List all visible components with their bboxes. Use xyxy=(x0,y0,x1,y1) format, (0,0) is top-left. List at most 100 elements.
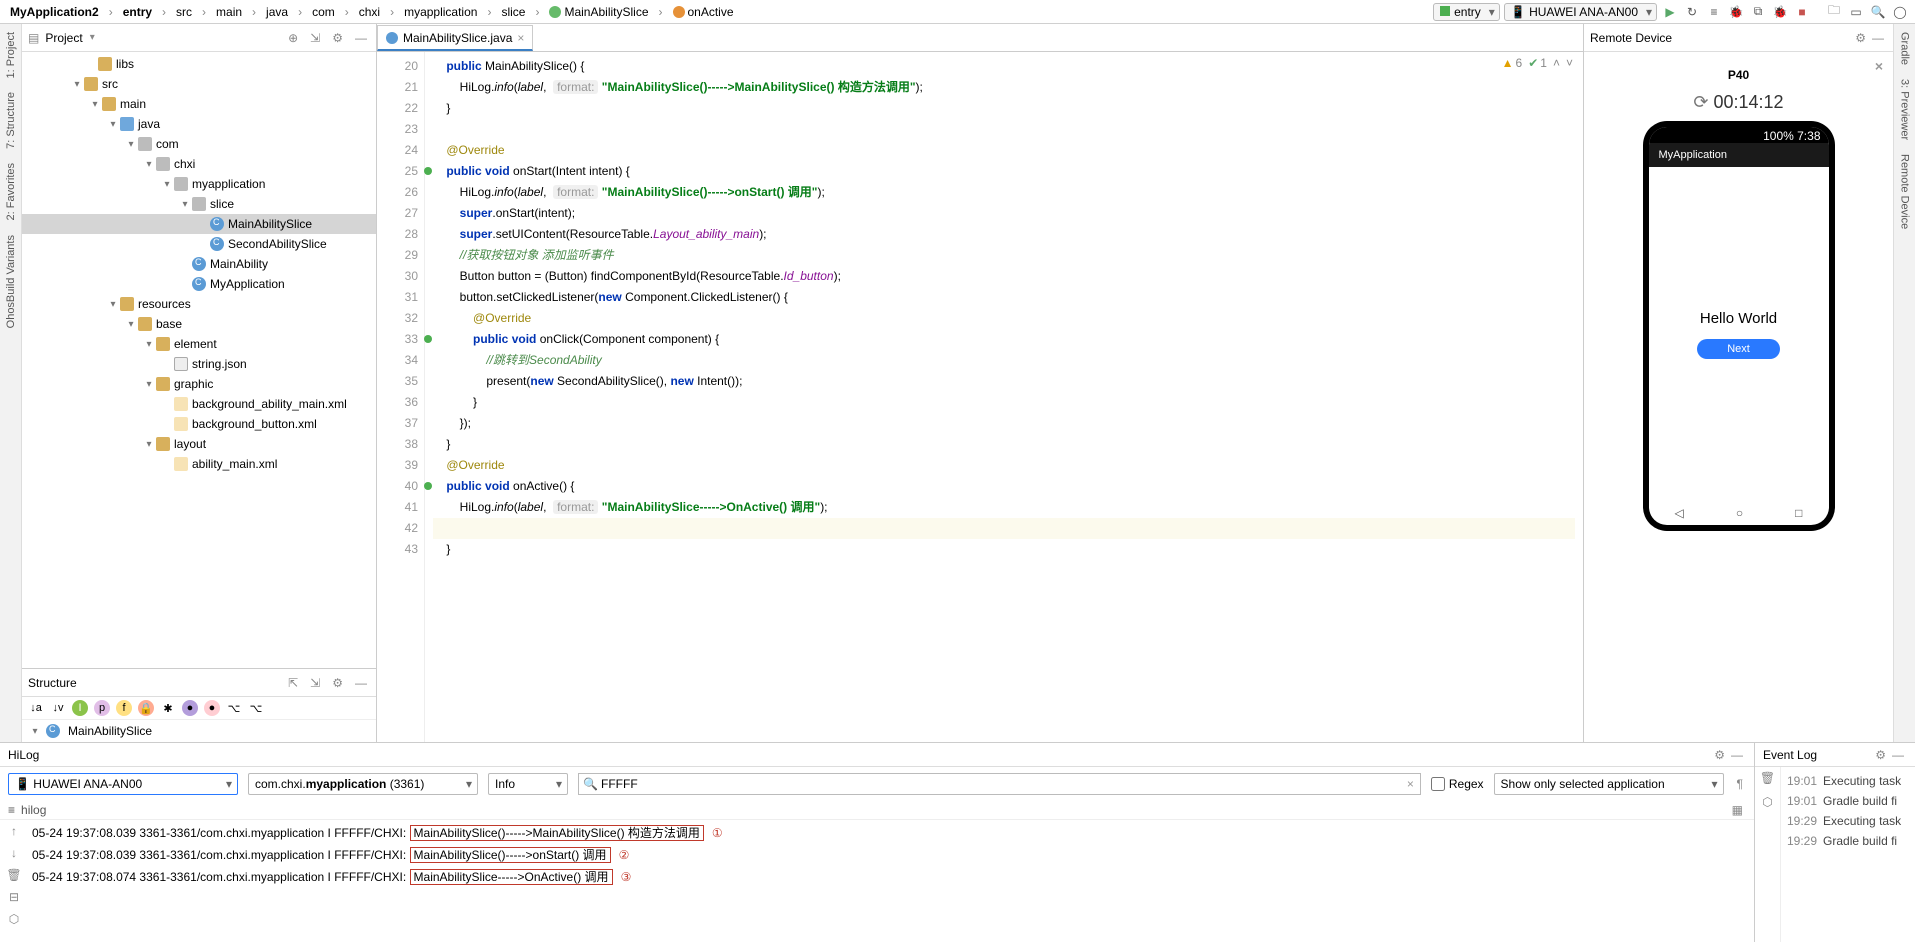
tab-mainabilityslice[interactable]: MainAbilitySlice.java × xyxy=(377,25,533,51)
clear-search-icon[interactable]: × xyxy=(1407,777,1414,791)
crumb-4[interactable]: java xyxy=(262,5,292,19)
ev-trash-icon[interactable]: 🗑 xyxy=(1760,771,1775,785)
crumb-9[interactable]: MainAbilitySlice xyxy=(545,5,652,19)
ev-settings-icon[interactable]: ⬡ xyxy=(1762,795,1772,809)
tree-src[interactable]: ▾src xyxy=(22,74,376,94)
eventlog-gear-icon[interactable]: ⚙ xyxy=(1872,748,1889,762)
inspection-up-icon[interactable]: ˄ xyxy=(1553,56,1560,70)
filter-b-icon[interactable]: ● xyxy=(204,700,220,716)
expand-icon[interactable]: ⇲ xyxy=(307,31,323,45)
structure-expand-icon[interactable]: ⇲ xyxy=(307,676,323,690)
profile-icon[interactable]: ⧉ xyxy=(1749,3,1767,21)
tree-myapplication-cls[interactable]: MyApplication xyxy=(22,274,376,294)
filter-property-icon[interactable]: p xyxy=(94,700,110,716)
regex-checkbox[interactable]: Regex xyxy=(1431,777,1484,791)
tooltab-structure[interactable]: 7: Structure xyxy=(5,90,17,151)
locate-icon[interactable]: ⊕ xyxy=(285,31,301,45)
sync-icon[interactable]: 🗀 xyxy=(1825,3,1843,21)
filter-lambda-icon[interactable]: 🔒 xyxy=(138,700,154,716)
log-split-icon[interactable]: ⊟ xyxy=(9,890,19,904)
hide-icon[interactable]: — xyxy=(352,31,370,45)
log-down-icon[interactable]: ↓ xyxy=(11,846,17,860)
crumb-8[interactable]: slice xyxy=(497,5,529,19)
tree-base[interactable]: ▾base xyxy=(22,314,376,334)
tree-graphic[interactable]: ▾graphic xyxy=(22,374,376,394)
tooltab-remotedevice[interactable]: Remote Device xyxy=(1899,152,1911,231)
filter-field-icon[interactable]: f xyxy=(116,700,132,716)
tree-ability-main[interactable]: ability_main.xml xyxy=(22,454,376,474)
structure-body[interactable]: ▾MainAbilitySlice xyxy=(22,720,376,742)
hilog-output[interactable]: 05-24 19:37:08.039 3361-3361/com.chxi.my… xyxy=(28,820,1754,942)
tree-chxi[interactable]: ▾chxi xyxy=(22,154,376,174)
device-close-icon[interactable]: × xyxy=(1875,58,1883,74)
tree-bg-main[interactable]: background_ability_main.xml xyxy=(22,394,376,414)
inspection-down-icon[interactable]: ˅ xyxy=(1566,56,1573,70)
tree-main[interactable]: ▾main xyxy=(22,94,376,114)
avd-icon[interactable]: ▭ xyxy=(1847,3,1865,21)
module-dropdown[interactable]: entry xyxy=(1433,3,1500,21)
eventlog-hide-icon[interactable]: — xyxy=(1889,748,1907,762)
tooltab-gradle[interactable]: Gradle xyxy=(1899,30,1911,67)
project-tree[interactable]: libs ▾src ▾main ▾java ▾com ▾chxi ▾myappl… xyxy=(22,52,376,668)
close-tab-icon[interactable]: × xyxy=(517,31,524,45)
gear-icon[interactable]: ⚙ xyxy=(329,31,346,45)
tree-resources[interactable]: ▾resources xyxy=(22,294,376,314)
hilog-scope-select[interactable]: Show only selected application xyxy=(1494,773,1724,795)
tree-element[interactable]: ▾element xyxy=(22,334,376,354)
tooltab-project[interactable]: 1: Project xyxy=(5,30,17,80)
stop-icon[interactable]: ■ xyxy=(1793,3,1811,21)
sort-vis-icon[interactable]: ↓v xyxy=(50,700,66,716)
next-button[interactable]: Next xyxy=(1697,339,1780,359)
hilog-gear-icon[interactable]: ⚙ xyxy=(1711,748,1728,762)
device-gear-icon[interactable]: ⚙ xyxy=(1852,31,1869,45)
sort-az-icon[interactable]: ↓a xyxy=(28,700,44,716)
user-icon[interactable]: ◯ xyxy=(1891,3,1909,21)
crumb-1[interactable]: entry xyxy=(119,5,156,19)
tree-string-json[interactable]: string.json xyxy=(22,354,376,374)
hilog-level-select[interactable]: Info xyxy=(488,773,568,795)
tree-myapplication[interactable]: ▾myapplication xyxy=(22,174,376,194)
bug-icon[interactable]: 🐞 xyxy=(1727,3,1745,21)
code-area[interactable]: public MainAbilitySlice() { HiLog.info(l… xyxy=(425,52,1583,742)
hilog-wrap-icon[interactable]: ¶ xyxy=(1734,777,1746,791)
tree-bg-button[interactable]: background_button.xml xyxy=(22,414,376,434)
hilog-process-select[interactable]: com.chxi.myapplication (3361) xyxy=(248,773,478,795)
crumb-10[interactable]: onActive xyxy=(669,5,738,19)
tree-layout[interactable]: ▾layout xyxy=(22,434,376,454)
crumb-7[interactable]: myapplication xyxy=(400,5,481,19)
run-icon[interactable]: ▶ xyxy=(1661,3,1679,21)
tree-mainabilityslice[interactable]: MainAbilitySlice xyxy=(22,214,376,234)
hilog-device-select[interactable]: 📱 HUAWEI ANA-AN00 xyxy=(8,773,238,795)
structure-tree-icon[interactable]: ⌥ xyxy=(226,700,242,716)
filter-anon-icon[interactable]: ● xyxy=(182,700,198,716)
structure-gear-icon[interactable]: ⚙ xyxy=(329,676,346,690)
filter-class-icon[interactable]: I xyxy=(72,700,88,716)
code-editor[interactable]: 6 1 ˄ ˅ 20 21 22 23 24 25 26 27 28 29 30 xyxy=(377,52,1583,742)
crumb-3[interactable]: main xyxy=(212,5,246,19)
tree-mainability[interactable]: MainAbility xyxy=(22,254,376,274)
eventlog-body[interactable]: 19:01Executing task 19:01Gradle build fi… xyxy=(1781,767,1915,942)
log-trash-icon[interactable]: 🗑 xyxy=(6,868,21,882)
device-hide-icon[interactable]: — xyxy=(1869,31,1887,45)
crumb-6[interactable]: chxi xyxy=(355,5,384,19)
structure-hide-icon[interactable]: — xyxy=(352,676,370,690)
structure-more-icon[interactable]: ✱ xyxy=(160,700,176,716)
structure-flat-icon[interactable]: ⌥ xyxy=(248,700,264,716)
inspection-widget[interactable]: 6 1 ˄ ˅ xyxy=(1502,56,1573,70)
tree-secondabilityslice[interactable]: SecondAbilitySlice xyxy=(22,234,376,254)
crumb-5[interactable]: com xyxy=(308,5,339,19)
attach-icon[interactable]: ≡ xyxy=(1705,3,1723,21)
debug-restart-icon[interactable]: ↻ xyxy=(1683,3,1701,21)
line-gutter[interactable]: 20 21 22 23 24 25 26 27 28 29 30 31 32 3… xyxy=(377,52,425,742)
tree-java[interactable]: ▾java xyxy=(22,114,376,134)
hilog-layout-icon[interactable]: ▦ xyxy=(1729,803,1746,817)
structure-collapse-icon[interactable]: ⇱ xyxy=(285,676,301,690)
hilog-search-input[interactable]: FFFFF× xyxy=(578,773,1421,795)
coverage-icon[interactable]: 🐞 xyxy=(1771,3,1789,21)
log-up-icon[interactable]: ↑ xyxy=(11,824,17,838)
tree-com[interactable]: ▾com xyxy=(22,134,376,154)
search-icon[interactable]: 🔍 xyxy=(1869,3,1887,21)
hilog-hide-icon[interactable]: — xyxy=(1728,748,1746,762)
crumb-0[interactable]: MyApplication2 xyxy=(6,5,103,19)
device-dropdown[interactable]: 📱 HUAWEI ANA-AN00 xyxy=(1504,3,1657,21)
